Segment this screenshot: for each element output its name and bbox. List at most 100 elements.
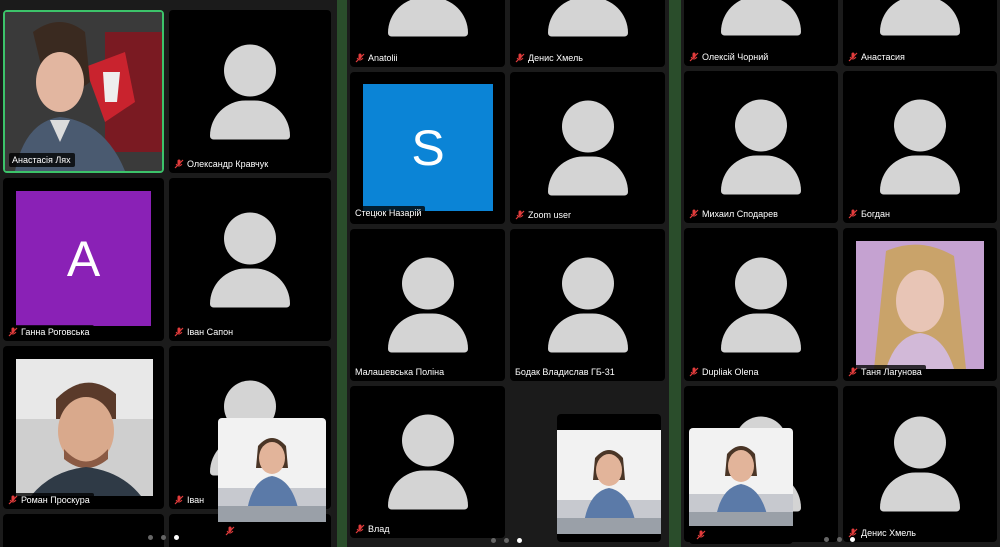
video-tile[interactable]: Анастасія Лях <box>3 10 164 173</box>
participant-name: Богдан <box>861 209 891 219</box>
video-tile[interactable]: Анастасия <box>843 0 997 66</box>
participant-video <box>16 359 153 496</box>
video-tile[interactable]: Dupliak Olena <box>684 228 838 381</box>
avatar-placeholder-icon <box>387 0 468 36</box>
video-tile[interactable]: Малашевська Поліна <box>350 229 505 381</box>
page-indicator[interactable] <box>148 535 179 540</box>
video-tile[interactable]: Таня Лагунова <box>843 228 997 381</box>
video-tile[interactable]: Zoom user <box>510 72 665 224</box>
avatar-placeholder-icon <box>721 0 801 36</box>
participant-label: Олександр Кравчук <box>171 157 273 171</box>
participant-label: Dupliak Olena <box>686 365 763 379</box>
muted-mic-icon <box>8 495 18 505</box>
participant-video <box>5 12 162 171</box>
self-view-video[interactable] <box>557 414 661 542</box>
video-tile[interactable] <box>3 514 164 547</box>
participant-name: Денис Хмель <box>528 53 583 63</box>
participant-label: Богдан <box>845 207 895 221</box>
participant-name: Таня Лагунова <box>861 367 922 377</box>
avatar-placeholder-icon <box>547 0 628 36</box>
gallery-panel-1: Анастасія Лях Олександр Кравчук A Ганна … <box>0 0 337 547</box>
participant-label: Ганна Роговська <box>5 325 94 339</box>
video-tile[interactable]: Михаил Сподарев <box>684 71 838 223</box>
page-dot-active[interactable] <box>174 535 179 540</box>
self-view-video[interactable] <box>218 418 326 540</box>
video-tile[interactable]: Іван Сапон <box>169 178 331 341</box>
video-tile[interactable]: Олександр Кравчук <box>169 10 331 173</box>
participant-name: Іван Сапон <box>187 327 234 337</box>
page-dot[interactable] <box>491 538 496 543</box>
page-dot[interactable] <box>148 535 153 540</box>
avatar-placeholder-icon <box>210 212 290 307</box>
participant-label: Іван <box>171 493 209 507</box>
self-view-label <box>693 528 710 542</box>
muted-mic-icon <box>515 210 525 220</box>
participant-name: Бодак Владислав ГБ-31 <box>515 367 615 377</box>
participant-label: Іван Сапон <box>171 325 238 339</box>
page-dot-active[interactable] <box>850 537 855 542</box>
gallery-panel-3: Олексій Чорний Анастасия Михаил Сподарев… <box>681 0 1000 547</box>
video-tile[interactable]: Anatolii <box>350 0 505 67</box>
page-dot[interactable] <box>837 537 842 542</box>
video-tile[interactable]: Роман Проскура <box>3 346 164 509</box>
participant-label: Zoom user <box>512 208 576 222</box>
muted-mic-icon <box>689 367 699 377</box>
avatar-placeholder-icon <box>547 100 628 196</box>
participant-label: Михаил Сподарев <box>686 207 782 221</box>
participant-name: Денис Хмель <box>861 528 916 538</box>
video-tile[interactable]: S Стецюк Назарій <box>350 72 505 224</box>
page-dot[interactable] <box>161 535 166 540</box>
page-indicator[interactable] <box>824 537 855 542</box>
participant-video <box>856 241 984 369</box>
muted-mic-icon <box>355 524 365 534</box>
video-tile[interactable]: Денис Хмель <box>510 0 665 67</box>
muted-mic-icon <box>848 52 858 62</box>
participant-name: Анастасія Лях <box>12 155 71 165</box>
muted-mic-icon <box>174 159 184 169</box>
avatar-placeholder-icon <box>880 99 960 195</box>
muted-mic-icon <box>174 495 184 505</box>
participant-label: Денис Хмель <box>512 51 587 65</box>
participant-name: Малашевська Поліна <box>355 367 445 377</box>
video-tile[interactable]: Богдан <box>843 71 997 223</box>
page-dot[interactable] <box>504 538 509 543</box>
video-tile[interactable]: Олексій Чорний <box>684 0 838 66</box>
participant-name: Олексій Чорний <box>702 52 769 62</box>
muted-mic-icon <box>848 367 858 377</box>
muted-mic-icon <box>689 52 699 62</box>
participant-label: Стецюк Назарій <box>352 206 426 220</box>
participant-label: Таня Лагунова <box>845 365 926 379</box>
participant-label: Анастасия <box>845 50 909 64</box>
muted-mic-icon <box>689 209 699 219</box>
participant-name: Anatolii <box>368 53 398 63</box>
participant-initial: S <box>363 84 493 211</box>
video-tile[interactable]: A Ганна Роговська <box>3 178 164 341</box>
participant-label: Бодак Владислав ГБ-31 <box>512 365 619 379</box>
page-indicator[interactable] <box>491 538 522 543</box>
video-tile[interactable]: Бодак Владислав ГБ-31 <box>510 229 665 381</box>
participant-label: Роман Проскура <box>5 493 94 507</box>
muted-mic-icon <box>696 530 706 540</box>
participant-name: Стецюк Назарій <box>355 208 422 218</box>
muted-mic-icon <box>355 53 365 63</box>
video-tile[interactable]: Влад <box>350 386 505 538</box>
gallery-panel-2: Anatolii Денис Хмель S Стецюк Назарій Zo… <box>347 0 669 547</box>
self-view-video[interactable] <box>689 428 793 544</box>
participant-label: Анастасія Лях <box>9 153 75 167</box>
participant-label: Денис Хмель <box>845 526 920 540</box>
participant-name: Олександр Кравчук <box>187 159 269 169</box>
self-view-label <box>222 524 239 538</box>
muted-mic-icon <box>848 209 858 219</box>
avatar-placeholder-icon <box>547 257 628 353</box>
participant-name: Анастасия <box>861 52 905 62</box>
participant-initial: A <box>16 191 151 326</box>
participant-name: Влад <box>368 524 390 534</box>
page-dot[interactable] <box>824 537 829 542</box>
avatar-placeholder-icon <box>210 44 290 139</box>
muted-mic-icon <box>8 327 18 337</box>
participant-name: Dupliak Olena <box>702 367 759 377</box>
participant-name: Іван <box>187 495 205 505</box>
video-tile[interactable]: Денис Хмель <box>843 386 997 542</box>
page-dot-active[interactable] <box>517 538 522 543</box>
letter-initial: A <box>66 230 101 287</box>
